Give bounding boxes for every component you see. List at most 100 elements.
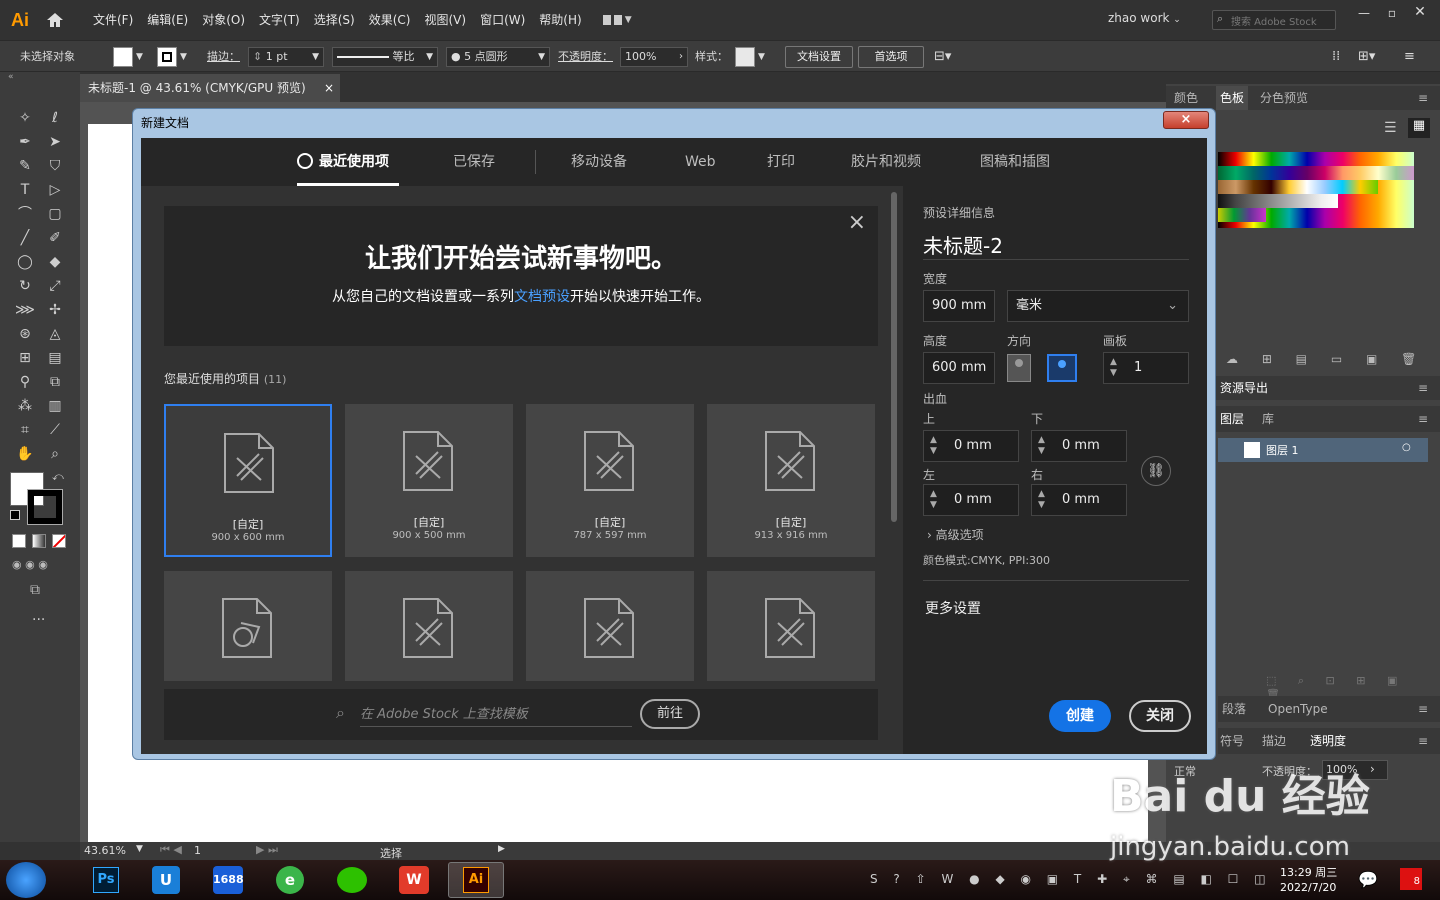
menu-edit[interactable]: 编辑(E) bbox=[140, 0, 195, 40]
landscape-icon[interactable] bbox=[1047, 354, 1077, 382]
recent-card[interactable]: [自定] 900 x 500 mm bbox=[345, 404, 513, 557]
taskbar-u[interactable]: U bbox=[138, 862, 194, 898]
more-settings-button[interactable]: 更多设置 bbox=[925, 598, 981, 618]
create-button[interactable]: 创建 bbox=[1049, 700, 1111, 732]
stock-search-input[interactable]: 在 Adobe Stock 上查找模板 bbox=[360, 703, 632, 727]
advanced-options-toggle[interactable]: › 高级选项 bbox=[927, 526, 984, 543]
chevron-down-icon[interactable]: ▼ bbox=[136, 46, 143, 68]
shape-builder-icon[interactable]: ⛉ bbox=[44, 156, 66, 176]
slice-icon[interactable]: ⟋ bbox=[44, 420, 66, 440]
go-button[interactable]: 前往 bbox=[640, 699, 700, 729]
tab-opentype[interactable]: OpenType bbox=[1268, 697, 1328, 721]
eraser-icon[interactable]: ◆ bbox=[44, 252, 66, 272]
direct-selection-icon[interactable]: ▷ bbox=[44, 180, 66, 200]
brush-definition[interactable]: ● 5 点圆形 ▼ bbox=[446, 47, 550, 67]
collapse-icon[interactable]: « bbox=[8, 72, 14, 82]
chevron-down-icon[interactable]: ▼ bbox=[180, 46, 187, 68]
taskbar-wps[interactable]: W bbox=[386, 862, 442, 898]
start-button[interactable] bbox=[6, 862, 46, 898]
puppet-warp-icon[interactable]: ✢ bbox=[44, 300, 66, 320]
menu-effect[interactable]: 效果(C) bbox=[362, 0, 418, 40]
artboard-nav-next[interactable]: ▶ ⏭ bbox=[256, 843, 278, 857]
tab-saved[interactable]: 已保存 bbox=[453, 138, 495, 186]
recent-card[interactable] bbox=[345, 571, 513, 681]
workspace-switcher-icon[interactable]: ▼ bbox=[602, 10, 639, 30]
free-transform-icon[interactable]: ⊛ bbox=[14, 324, 36, 344]
zoom-icon[interactable]: ⌕ bbox=[44, 444, 66, 464]
taskbar-illustrator[interactable]: Ai bbox=[448, 862, 504, 898]
tab-asset-export[interactable]: 资源导出 bbox=[1220, 376, 1268, 400]
maximize-button[interactable]: ▫ bbox=[1380, 6, 1404, 24]
none-mode-icon[interactable] bbox=[52, 534, 66, 548]
rectangle-icon[interactable]: ▢ bbox=[44, 204, 66, 224]
panel-menu-icon[interactable]: ≡ bbox=[1418, 697, 1428, 721]
scale-icon[interactable]: ⤢ bbox=[44, 276, 66, 296]
close-window-button[interactable]: ✕ bbox=[1408, 4, 1432, 22]
fill-swatch[interactable] bbox=[113, 47, 133, 67]
paintbrush-icon[interactable]: ╱ bbox=[14, 228, 36, 248]
tab-mobile[interactable]: 移动设备 bbox=[571, 138, 627, 186]
stroke-weight-field[interactable]: ⇕ 1 pt ▼ bbox=[248, 47, 324, 67]
recent-card[interactable] bbox=[526, 571, 694, 681]
taskbar-photoshop[interactable]: Ps bbox=[78, 862, 134, 898]
tab-transparency[interactable]: 透明度 bbox=[1310, 729, 1346, 753]
recent-card[interactable] bbox=[707, 571, 875, 681]
stroke-color[interactable] bbox=[27, 489, 63, 525]
column-graph-icon[interactable]: ▥ bbox=[44, 396, 66, 416]
preferences-button[interactable]: 首选项 bbox=[858, 46, 924, 68]
tray-icons[interactable]: S ? ⇧ W ● ◆ ◉ ▣ T ✚ ⌖ ⌘ ▤ ◧ ☐ ◫ bbox=[870, 872, 1272, 887]
eyedropper-icon[interactable]: ⚲ bbox=[14, 372, 36, 392]
bleed-bottom-field[interactable]: ▲ ▼ 0 mm bbox=[1031, 430, 1127, 462]
artboard-icon[interactable]: ⌗ bbox=[14, 420, 36, 440]
blob-brush-icon[interactable]: ✐ bbox=[44, 228, 66, 248]
swap-icon[interactable]: ⤺ bbox=[52, 470, 64, 484]
link-bleed-icon[interactable]: ⛓ bbox=[1141, 456, 1171, 486]
menu-file[interactable]: 文件(F) bbox=[86, 0, 140, 40]
tab-web[interactable]: Web bbox=[685, 138, 716, 186]
tab-separations[interactable]: 分色预览 bbox=[1260, 86, 1308, 110]
bleed-left-field[interactable]: ▲ ▼ 0 mm bbox=[923, 484, 1019, 516]
tab-paragraph[interactable]: 段落 bbox=[1222, 697, 1246, 721]
symbol-sprayer-icon[interactable]: ⁂ bbox=[14, 396, 36, 416]
stroke-swatch[interactable] bbox=[157, 47, 177, 67]
pen-icon[interactable]: ✒ bbox=[14, 132, 36, 152]
tab-print[interactable]: 打印 bbox=[767, 138, 795, 186]
taskbar-wechat[interactable] bbox=[324, 862, 380, 898]
blend-icon[interactable]: ⧉ bbox=[44, 372, 66, 392]
selection-icon[interactable]: ➤ bbox=[44, 132, 66, 152]
panel-menu-icon[interactable]: ≡ bbox=[1418, 376, 1428, 400]
bleed-top-field[interactable]: ▲ ▼ 0 mm bbox=[923, 430, 1019, 462]
menu-type[interactable]: 文字(T) bbox=[252, 0, 307, 40]
variable-width-profile[interactable]: 等比 ▼ bbox=[332, 47, 438, 67]
rotate-icon[interactable]: ↻ bbox=[14, 276, 36, 296]
default-colors-icon[interactable] bbox=[10, 510, 20, 520]
type-icon[interactable]: T bbox=[14, 180, 36, 200]
recent-scrollbar[interactable] bbox=[891, 192, 897, 522]
workspace-user[interactable]: zhao work ⌄ bbox=[1108, 11, 1181, 25]
list-view-icon[interactable]: ☰ bbox=[1384, 120, 1397, 136]
dialog-close-button[interactable]: × bbox=[1163, 111, 1209, 129]
magic-wand-icon[interactable]: ✧ bbox=[14, 108, 36, 128]
width-field[interactable]: 900 mm bbox=[923, 290, 995, 322]
artboards-field[interactable]: ▲ ▼ 1 bbox=[1103, 352, 1189, 384]
perspective-grid-icon[interactable]: ◬ bbox=[44, 324, 66, 344]
tab-layers[interactable]: 图层 bbox=[1220, 407, 1244, 431]
screen-mode-icon[interactable]: ⧉ bbox=[30, 582, 40, 598]
recent-card[interactable]: [自定] 900 x 600 mm bbox=[164, 404, 332, 557]
tab-swatches[interactable]: 色板 bbox=[1216, 86, 1249, 110]
status-menu-icon[interactable]: ▶ bbox=[498, 844, 505, 854]
document-tab[interactable]: 未标题-1 @ 43.61% (CMYK/GPU 预览) × bbox=[80, 74, 340, 102]
panel-menu-icon[interactable]: ≡ bbox=[1404, 46, 1415, 68]
tab-film-video[interactable]: 胶片和视频 bbox=[851, 138, 921, 186]
menu-object[interactable]: 对象(O) bbox=[195, 0, 252, 40]
tab-symbols[interactable]: 符号 bbox=[1220, 729, 1244, 753]
tab-libraries[interactable]: 库 bbox=[1262, 407, 1274, 431]
curvature-icon[interactable]: ✎ bbox=[14, 156, 36, 176]
document-name-field[interactable]: 未标题-2 bbox=[923, 230, 1189, 260]
chevron-down-icon[interactable]: ▼ bbox=[758, 46, 765, 68]
notification-badge[interactable]: 8 bbox=[1400, 868, 1422, 890]
action-center-icon[interactable]: 💬 bbox=[1358, 870, 1378, 889]
more-tools-icon[interactable]: ··· bbox=[32, 612, 45, 628]
clock-date[interactable]: 2022/7/20 bbox=[1280, 881, 1336, 894]
taskbar-1688[interactable]: 1688 bbox=[200, 862, 256, 898]
